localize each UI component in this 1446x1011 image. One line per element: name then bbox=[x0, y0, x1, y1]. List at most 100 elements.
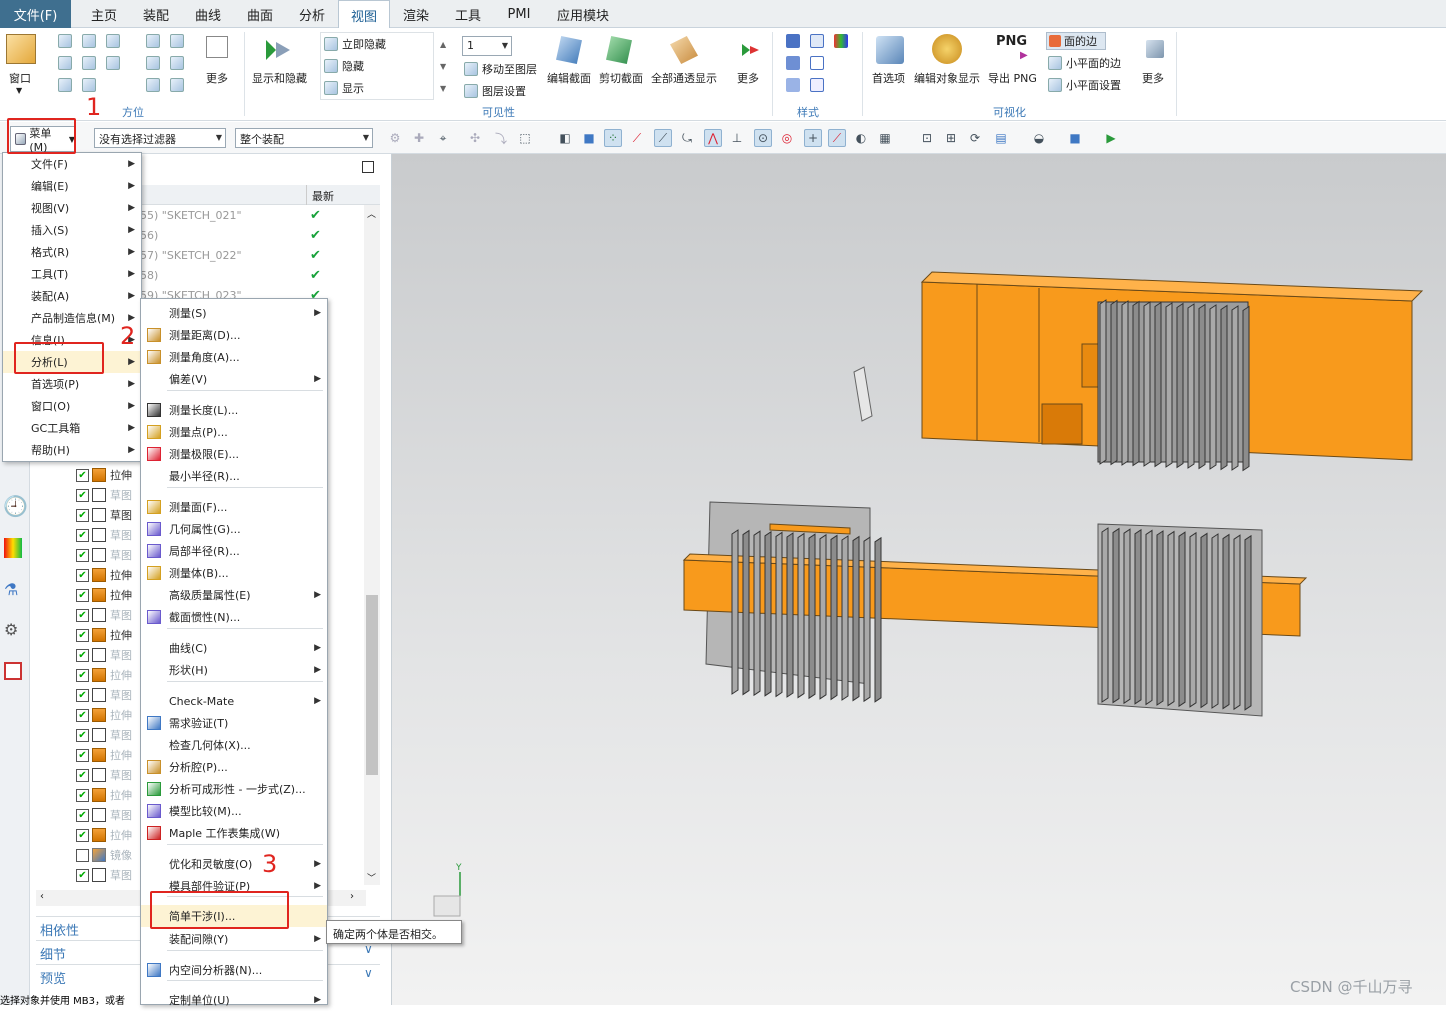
menu-item-2[interactable]: 视图(V) ▶ bbox=[3, 197, 141, 219]
all-transparent-button[interactable]: 全部通透显示 bbox=[651, 70, 717, 86]
snap-icon[interactable] bbox=[170, 56, 184, 70]
checked-checkbox[interactable]: ✔ bbox=[76, 688, 89, 702]
checked-checkbox[interactable]: ✔ bbox=[76, 868, 89, 882]
edit-section-button[interactable]: 编辑截面 bbox=[547, 70, 591, 86]
checked-checkbox[interactable]: ✔ bbox=[76, 788, 89, 802]
show-button[interactable]: 显示 bbox=[324, 80, 364, 96]
layout-view-icon[interactable]: ▤ bbox=[992, 129, 1010, 147]
analysis-item-2[interactable]: 测量角度(A)... bbox=[141, 346, 327, 368]
clip-section-button[interactable]: 剪切截面 bbox=[599, 70, 643, 86]
view-iso-icon[interactable] bbox=[106, 34, 120, 48]
snap-cross-icon[interactable]: + bbox=[804, 129, 822, 147]
edit-section-icon[interactable] bbox=[556, 36, 582, 64]
immediate-hide-button[interactable]: 立即隐藏 bbox=[324, 36, 386, 52]
analysis-item-0[interactable]: 测量(S) ▶ bbox=[141, 302, 327, 324]
history-icon[interactable]: 🕘 bbox=[3, 494, 28, 518]
snap-tangent-icon[interactable]: ⟋ bbox=[828, 129, 846, 147]
analysis-item-12[interactable]: 高级质量属性(E) ▶ bbox=[141, 584, 327, 606]
graphics-window[interactable]: Y bbox=[392, 154, 1446, 1005]
analysis-item-5[interactable]: 测量点(P)... bbox=[141, 421, 327, 443]
png-icon[interactable]: PNG bbox=[996, 34, 1027, 49]
menu-item-10[interactable]: 首选项(P) ▶ bbox=[3, 373, 141, 395]
palette-icon[interactable] bbox=[4, 538, 22, 558]
snap-quad-icon[interactable]: ◎ bbox=[778, 129, 796, 147]
menu-item-5[interactable]: 工具(T) ▶ bbox=[3, 263, 141, 285]
analysis-item-14[interactable]: 曲线(C) ▶ bbox=[141, 637, 327, 659]
analysis-item-19[interactable]: 分析腔(P)... bbox=[141, 756, 327, 778]
checked-checkbox[interactable]: ✔ bbox=[76, 588, 89, 602]
view-back-icon[interactable] bbox=[82, 78, 96, 92]
column-latest[interactable]: 最新 bbox=[312, 188, 334, 204]
snap-center-icon[interactable]: ⊙ bbox=[754, 129, 772, 147]
analysis-item-1[interactable]: 测量距离(D)... bbox=[141, 324, 327, 346]
analysis-item-4[interactable]: 测量长度(L)... bbox=[141, 399, 327, 421]
menu-item-6[interactable]: 装配(A) ▶ bbox=[3, 285, 141, 307]
role-icon[interactable]: ⚗ bbox=[4, 580, 18, 599]
visibility-scroll[interactable]: ▲ ▼ ▼ bbox=[440, 34, 446, 100]
scroll-left-icon[interactable]: ‹ bbox=[40, 891, 44, 902]
tab-analysis[interactable]: 分析 bbox=[288, 0, 336, 28]
analysis-item-26[interactable]: 装配间隙(Y) ▶ bbox=[141, 928, 327, 950]
tab-surface[interactable]: 曲面 bbox=[236, 0, 284, 28]
analysis-item-22[interactable]: Maple 工作表集成(W) bbox=[141, 822, 327, 844]
menu-item-11[interactable]: 窗口(O) ▶ bbox=[3, 395, 141, 417]
transparent-icon[interactable] bbox=[670, 36, 698, 64]
view-top-icon[interactable] bbox=[58, 56, 72, 70]
details-expand-icon[interactable]: ∨ bbox=[364, 942, 373, 956]
view-front-icon[interactable] bbox=[82, 34, 96, 48]
fit-view-icon[interactable]: ⊡ bbox=[918, 129, 936, 147]
analysis-item-20[interactable]: 分析可成形性 - 一步式(Z)... bbox=[141, 778, 327, 800]
view-bottom-icon[interactable] bbox=[58, 78, 72, 92]
analysis-item-17[interactable]: 需求验证(T) bbox=[141, 712, 327, 734]
tab-assembly[interactable]: 装配 bbox=[132, 0, 180, 28]
tab-view[interactable]: 视图 bbox=[338, 0, 390, 29]
window-dropdown-icon[interactable]: ▼ bbox=[16, 86, 22, 95]
checked-checkbox[interactable]: ✔ bbox=[76, 648, 89, 662]
zoom-window-icon[interactable]: ⊞ bbox=[942, 129, 960, 147]
menu-item-12[interactable]: GC工具箱 ▶ bbox=[3, 417, 141, 439]
zoom-icon[interactable] bbox=[146, 34, 160, 48]
export-png-button[interactable]: 导出 PNG bbox=[988, 70, 1037, 86]
rect-select-icon[interactable]: ⬚ bbox=[516, 129, 534, 147]
checked-checkbox[interactable]: ✔ bbox=[76, 668, 89, 682]
shaded-edges-icon[interactable] bbox=[786, 56, 800, 70]
analysis-item-16[interactable]: Check-Mate ▶ bbox=[141, 690, 327, 712]
select-icon[interactable]: ⚙ bbox=[386, 129, 404, 147]
menu-item-0[interactable]: 文件(F) ▶ bbox=[3, 153, 141, 175]
face-edges-toggle[interactable]: 面的边 bbox=[1046, 32, 1106, 50]
rotate-icon[interactable] bbox=[146, 78, 160, 92]
tab-tools[interactable]: 工具 bbox=[444, 0, 492, 28]
analysis-item-9[interactable]: 几何属性(G)... bbox=[141, 518, 327, 540]
snap-grid2-icon[interactable]: ▦ bbox=[876, 129, 894, 147]
analysis-item-21[interactable]: 模型比较(M)... bbox=[141, 800, 327, 822]
show-hide-toolbar-icon[interactable]: ▶ bbox=[1102, 129, 1120, 147]
analysis-item-18[interactable]: 检查几何体(X)... bbox=[141, 734, 327, 756]
snap-grid-icon[interactable]: ⁘ bbox=[604, 129, 622, 147]
system-icon[interactable]: ⚙ bbox=[4, 620, 18, 639]
edit-object-display-button[interactable]: 编辑对象显示 bbox=[914, 70, 980, 86]
small-face-edges-button[interactable]: 小平面的边 bbox=[1048, 55, 1121, 71]
menu-item-1[interactable]: 编辑(E) ▶ bbox=[3, 175, 141, 197]
select-feature-icon[interactable]: ✚ bbox=[410, 129, 428, 147]
more-visualize-icon[interactable] bbox=[1146, 40, 1164, 58]
snap-point-icon[interactable]: ⌖ bbox=[434, 129, 452, 147]
checked-checkbox[interactable]: ✔ bbox=[76, 728, 89, 742]
analysis-item-7[interactable]: 最小半径(R)... bbox=[141, 465, 327, 487]
checked-checkbox[interactable]: ✔ bbox=[76, 568, 89, 582]
checked-checkbox[interactable]: ✔ bbox=[76, 768, 89, 782]
checked-checkbox[interactable]: ✔ bbox=[76, 468, 89, 482]
color-icon[interactable] bbox=[834, 34, 848, 48]
checked-checkbox[interactable]: ✔ bbox=[76, 488, 89, 502]
more-visibility-icon[interactable] bbox=[740, 40, 760, 60]
tab-curve[interactable]: 曲线 bbox=[184, 0, 232, 28]
scroll-down-icon[interactable]: ﹀ bbox=[367, 871, 376, 884]
layer-select[interactable]: 1 bbox=[462, 36, 512, 56]
lasso-icon[interactable]: ⤵ bbox=[492, 129, 510, 147]
preferences-button[interactable]: 首选项 bbox=[872, 70, 905, 86]
more-visualize-button[interactable]: 更多 bbox=[1142, 70, 1164, 86]
view-fit-icon[interactable] bbox=[58, 34, 72, 48]
analysis-item-15[interactable]: 形状(H) ▶ bbox=[141, 659, 327, 681]
rotate-select-icon[interactable]: ✣ bbox=[466, 129, 484, 147]
window-icon[interactable] bbox=[6, 34, 36, 64]
view-right-icon[interactable] bbox=[106, 56, 120, 70]
